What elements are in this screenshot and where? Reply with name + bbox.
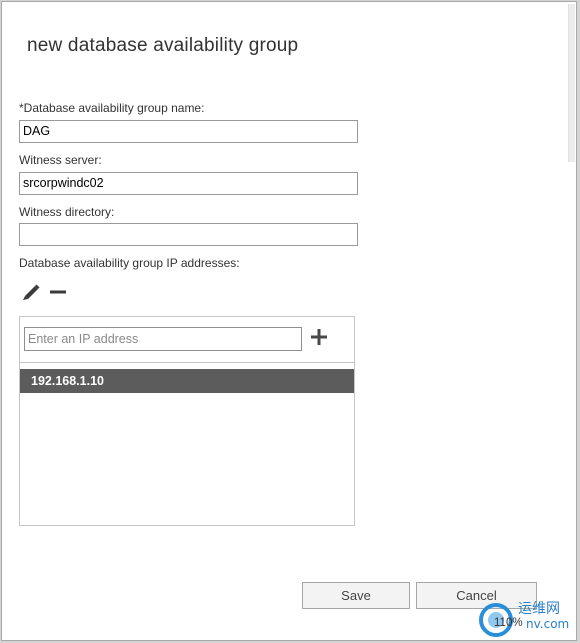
witness-server-field[interactable]: srcorpwindc02 — [19, 172, 358, 195]
ip-panel-divider — [20, 362, 354, 363]
witness-directory-field[interactable] — [19, 223, 358, 246]
minus-icon[interactable] — [49, 289, 67, 295]
ip-address-input[interactable]: Enter an IP address — [24, 327, 302, 351]
watermark-logo: 运维网 nv.com — [479, 601, 569, 637]
svg-text:nv.com: nv.com — [526, 617, 569, 631]
watermark-site-name: 运维网 — [518, 601, 560, 617]
ip-address-list-item[interactable]: 192.168.1.10 — [20, 369, 354, 393]
dialog-title: new database availability group — [27, 35, 299, 56]
scrollbar[interactable] — [568, 4, 575, 162]
dag-name-label: *Database availability group name: — [19, 101, 205, 115]
witness-directory-label: Witness directory: — [19, 205, 115, 219]
ip-address-panel: Enter an IP address 192.168.1.10 — [19, 316, 355, 526]
witness-server-label: Witness server: — [19, 153, 102, 167]
save-button[interactable]: Save — [302, 582, 410, 609]
dialog-window: new database availability group *Databas… — [1, 1, 577, 641]
ip-addresses-label: Database availability group IP addresses… — [19, 256, 240, 270]
plus-icon[interactable] — [310, 328, 328, 346]
pencil-icon[interactable] — [20, 283, 40, 301]
dag-name-field[interactable]: DAG — [19, 120, 358, 143]
zoom-indicator: 110% — [494, 617, 523, 629]
